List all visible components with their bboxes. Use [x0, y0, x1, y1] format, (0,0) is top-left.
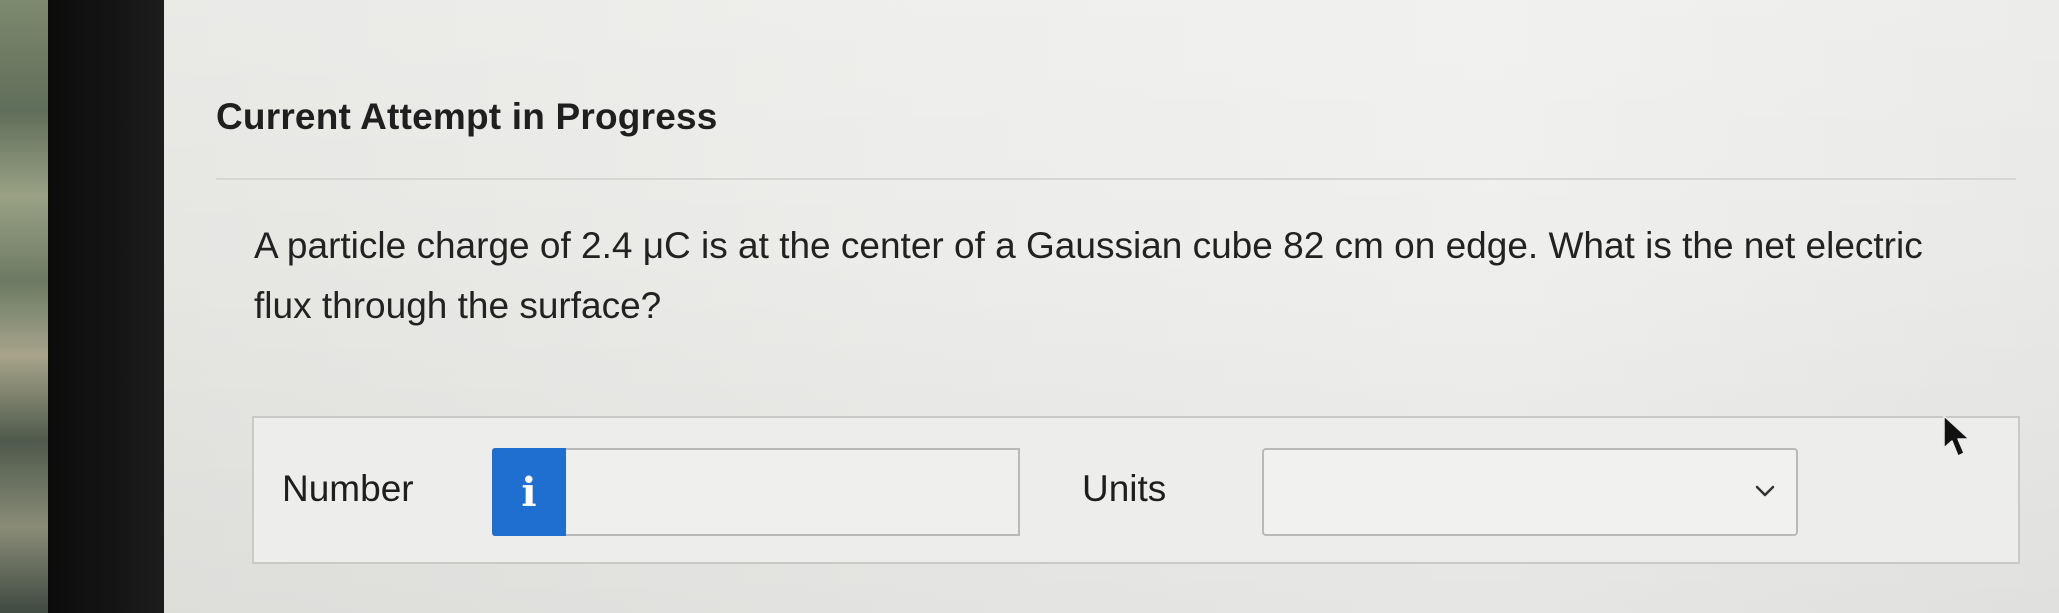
- info-icon[interactable]: i: [492, 448, 566, 536]
- page-title: Current Attempt in Progress: [216, 96, 718, 137]
- answer-panel: Number i Units: [252, 416, 2020, 564]
- background-desk: [0, 0, 48, 613]
- number-input[interactable]: [566, 448, 1020, 536]
- number-label: Number: [282, 468, 414, 509]
- mouse-pointer-icon: [1943, 415, 1970, 457]
- units-select[interactable]: [1262, 448, 1798, 536]
- info-glyph: i: [521, 468, 537, 516]
- question-text: A particle charge of 2.4 μC is at the ce…: [254, 225, 1923, 326]
- chevron-down-icon: [1755, 485, 1775, 497]
- units-label: Units: [1082, 468, 1167, 509]
- screen: Current Attempt in Progress A particle c…: [164, 0, 2059, 613]
- divider: [216, 178, 2016, 180]
- monitor-bezel: [48, 0, 164, 613]
